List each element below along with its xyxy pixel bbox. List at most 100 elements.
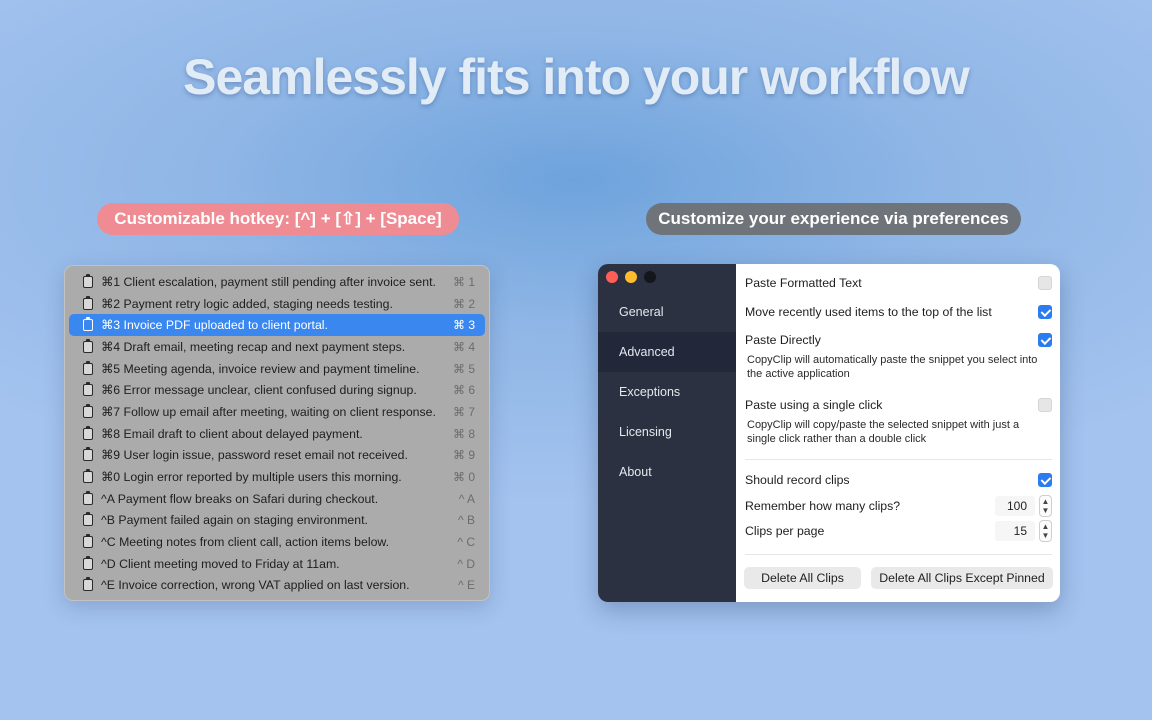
single-click-checkbox[interactable] bbox=[1038, 398, 1052, 412]
record-clips-label: Should record clips bbox=[745, 473, 850, 487]
clip-shortcut: ^ E bbox=[458, 578, 475, 593]
clip-shortcut: ⌘ 9 bbox=[452, 448, 475, 463]
clip-text: ^E Invoice correction, wrong VAT applied… bbox=[101, 578, 410, 593]
clip-shortcut: ⌘ 0 bbox=[452, 470, 475, 485]
clip-list-item[interactable]: ⌘9 User login issue, password reset emai… bbox=[69, 445, 485, 467]
clips-per-page-row: Clips per page 15 ▲ ▼ bbox=[745, 520, 1052, 542]
remember-clips-label: Remember how many clips? bbox=[745, 499, 901, 513]
clipboard-icon bbox=[83, 382, 93, 397]
clips-per-page-label: Clips per page bbox=[745, 524, 825, 538]
chevron-down-icon: ▼ bbox=[1041, 506, 1050, 515]
clip-list-item[interactable]: ⌘3 Invoice PDF uploaded to client portal… bbox=[69, 314, 485, 337]
clip-shortcut: ⌘ 1 bbox=[452, 274, 475, 289]
clip-text: ⌘0 Login error reported by multiple user… bbox=[101, 470, 402, 485]
paste-directly-description: CopyClip will automatically paste the sn… bbox=[747, 354, 1038, 380]
remember-clips-stepper[interactable]: ▲ ▼ bbox=[1039, 495, 1052, 517]
zoom-window-button[interactable] bbox=[644, 271, 656, 283]
clip-shortcut: ⌘ 6 bbox=[452, 383, 475, 398]
divider bbox=[745, 554, 1052, 555]
clipboard-icon bbox=[83, 577, 93, 592]
clip-text: ⌘7 Follow up email after meeting, waitin… bbox=[101, 404, 436, 419]
headline: Seamlessly fits into your workflow bbox=[183, 49, 970, 105]
delete-all-except-pinned-button[interactable]: Delete All Clips Except Pinned bbox=[871, 567, 1053, 589]
preferences-pill: Customize your experience via preference… bbox=[646, 203, 1021, 235]
clip-text: ⌘2 Payment retry logic added, staging ne… bbox=[101, 296, 393, 311]
sidebar-item-general[interactable]: General bbox=[598, 292, 736, 332]
clip-list-item[interactable]: ^E Invoice correction, wrong VAT applied… bbox=[69, 575, 485, 597]
single-click-row: Paste using a single click bbox=[745, 398, 1052, 412]
window-controls bbox=[606, 271, 656, 283]
chevron-up-icon: ▲ bbox=[1041, 522, 1050, 531]
clip-list-item[interactable]: ⌘6 Error message unclear, client confuse… bbox=[69, 379, 485, 401]
clip-text: ⌘6 Error message unclear, client confuse… bbox=[101, 383, 417, 398]
sidebar-item-exceptions[interactable]: Exceptions bbox=[598, 372, 736, 412]
clip-list-panel: ⌘1 Client escalation, payment still pend… bbox=[64, 265, 490, 601]
chevron-up-icon: ▲ bbox=[1041, 497, 1050, 506]
clip-list-item[interactable]: ⌘0 Login error reported by multiple user… bbox=[69, 466, 485, 488]
preferences-content: Paste Formatted Text Move recently used … bbox=[736, 264, 1060, 602]
remember-clips-input[interactable]: 100 bbox=[995, 496, 1035, 516]
paste-directly-label: Paste Directly bbox=[745, 333, 821, 347]
preferences-sidebar: General Advanced Exceptions Licensing Ab… bbox=[598, 264, 736, 602]
single-click-label: Paste using a single click bbox=[745, 398, 883, 412]
clip-list-item[interactable]: ⌘4 Draft email, meeting recap and next p… bbox=[69, 336, 485, 358]
paste-formatted-label: Paste Formatted Text bbox=[745, 276, 862, 290]
clip-list-item[interactable]: ^B Payment failed again on staging envir… bbox=[69, 510, 485, 532]
minimize-window-button[interactable] bbox=[625, 271, 637, 283]
move-recent-row: Move recently used items to the top of t… bbox=[745, 305, 1052, 319]
clips-per-page-input[interactable]: 15 bbox=[995, 521, 1035, 541]
clipboard-icon bbox=[83, 273, 93, 288]
clipboard-icon bbox=[83, 447, 93, 462]
move-recent-checkbox[interactable] bbox=[1038, 305, 1052, 319]
clip-text: ⌘9 User login issue, password reset emai… bbox=[101, 448, 408, 463]
clipboard-icon bbox=[83, 555, 93, 570]
single-click-description: CopyClip will copy/paste the selected sn… bbox=[747, 419, 1020, 445]
clip-list-item[interactable]: ^D Client meeting moved to Friday at 11a… bbox=[69, 553, 485, 575]
preferences-window: General Advanced Exceptions Licensing Ab… bbox=[598, 264, 1060, 602]
paste-directly-row: Paste Directly bbox=[745, 333, 1052, 347]
close-window-button[interactable] bbox=[606, 271, 618, 283]
clip-list-item[interactable]: ^C Meeting notes from client call, actio… bbox=[69, 531, 485, 553]
paste-formatted-row: Paste Formatted Text bbox=[745, 276, 1052, 290]
clip-text: ^A Payment flow breaks on Safari during … bbox=[101, 491, 379, 506]
clipboard-icon bbox=[83, 490, 93, 505]
clip-text: ^C Meeting notes from client call, actio… bbox=[101, 535, 390, 550]
clip-shortcut: ^ D bbox=[457, 556, 475, 571]
clip-shortcut: ⌘ 7 bbox=[452, 404, 475, 419]
sidebar-item-advanced[interactable]: Advanced bbox=[598, 332, 736, 372]
paste-directly-checkbox[interactable] bbox=[1038, 333, 1052, 347]
record-clips-checkbox[interactable] bbox=[1038, 473, 1052, 487]
clipboard-icon bbox=[83, 425, 93, 440]
clipboard-icon bbox=[83, 403, 93, 418]
paste-formatted-checkbox[interactable] bbox=[1038, 276, 1052, 290]
clip-shortcut: ^ B bbox=[458, 513, 475, 528]
divider bbox=[745, 459, 1052, 460]
clip-list-item[interactable]: ⌘8 Email draft to client about delayed p… bbox=[69, 423, 485, 445]
clip-list-item[interactable]: ⌘1 Client escalation, payment still pend… bbox=[69, 271, 485, 293]
clip-list-item[interactable]: ⌘5 Meeting agenda, invoice review and pa… bbox=[69, 358, 485, 380]
clip-shortcut: ⌘ 2 bbox=[452, 296, 475, 311]
clip-text: ⌘3 Invoice PDF uploaded to client portal… bbox=[101, 318, 328, 333]
clipboard-icon bbox=[83, 295, 93, 310]
sidebar-item-licensing[interactable]: Licensing bbox=[598, 412, 736, 452]
clipboard-icon bbox=[83, 469, 93, 484]
record-clips-row: Should record clips bbox=[745, 473, 1052, 487]
sidebar-item-about[interactable]: About bbox=[598, 452, 736, 492]
move-recent-label: Move recently used items to the top of t… bbox=[745, 305, 992, 319]
clip-shortcut: ^ A bbox=[458, 491, 475, 506]
clip-list-item[interactable]: ⌘2 Payment retry logic added, staging ne… bbox=[69, 293, 485, 315]
clip-shortcut: ⌘ 5 bbox=[452, 361, 475, 376]
clips-per-page-stepper[interactable]: ▲ ▼ bbox=[1039, 520, 1052, 542]
clip-text: ⌘8 Email draft to client about delayed p… bbox=[101, 426, 363, 441]
delete-all-clips-button[interactable]: Delete All Clips bbox=[744, 567, 861, 589]
remember-clips-row: Remember how many clips? 100 ▲ ▼ bbox=[745, 495, 1052, 517]
clip-shortcut: ⌘ 3 bbox=[452, 318, 475, 333]
clipboard-icon bbox=[83, 360, 93, 375]
chevron-down-icon: ▼ bbox=[1041, 531, 1050, 540]
clip-list-item[interactable]: ^A Payment flow breaks on Safari during … bbox=[69, 488, 485, 510]
clip-shortcut: ⌘ 8 bbox=[452, 426, 475, 441]
clip-list-item[interactable]: ⌘7 Follow up email after meeting, waitin… bbox=[69, 401, 485, 423]
clip-text: ⌘1 Client escalation, payment still pend… bbox=[101, 274, 436, 289]
clip-text: ^D Client meeting moved to Friday at 11a… bbox=[101, 556, 340, 571]
hotkey-pill: Customizable hotkey: [^] + [⇧] + [Space] bbox=[97, 203, 459, 235]
